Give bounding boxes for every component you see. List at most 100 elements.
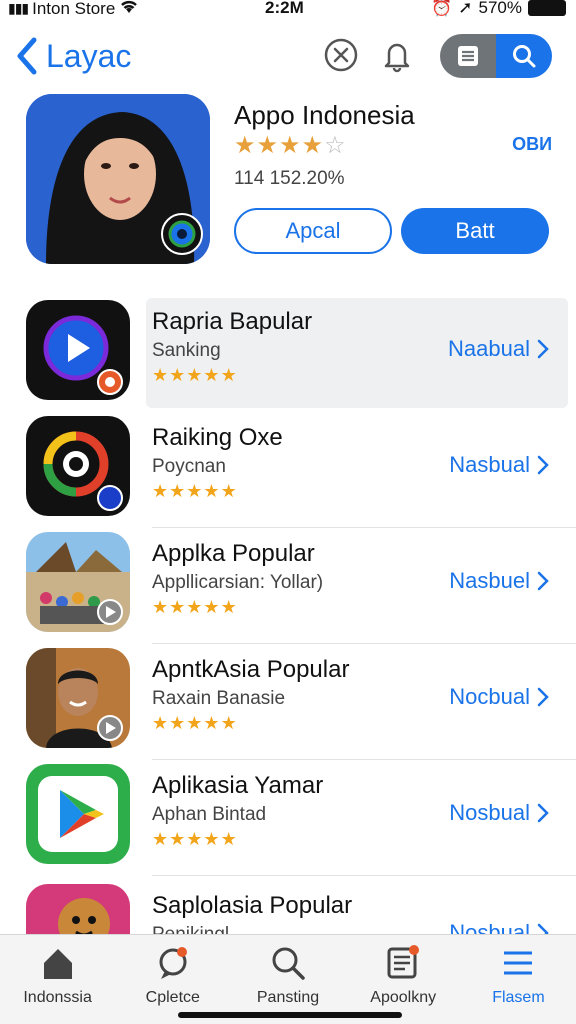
app-action-label: Nasbual xyxy=(449,452,530,477)
star-icon: ★ xyxy=(186,713,203,733)
search-button[interactable] xyxy=(496,34,552,78)
home-icon xyxy=(43,949,72,979)
star-icon: ★ xyxy=(203,829,220,849)
star-icon: ★ xyxy=(203,713,220,733)
batt-button[interactable]: Batt xyxy=(401,208,549,254)
star-icon: ★ xyxy=(279,132,301,159)
featured-rating: ★ ★ ★ ★ ☆ xyxy=(234,134,346,158)
app-action-label: Naabual xyxy=(448,336,530,361)
close-circle-button[interactable] xyxy=(322,36,360,74)
close-circle-icon xyxy=(324,38,358,72)
search-icon xyxy=(272,947,305,980)
tab-bar: Indonssia Cpletce Pansting Apoolkny Flas… xyxy=(0,934,576,1024)
star-icon: ★ xyxy=(203,365,220,385)
star-icon: ★ xyxy=(152,829,169,849)
tab-label: Pansting xyxy=(256,989,320,1006)
status-left: ▮▮▮ Inton Store xyxy=(8,0,139,19)
chevron-right-icon xyxy=(537,571,549,591)
star-icon: ★ xyxy=(186,365,203,385)
tab-cpletce[interactable]: Cpletce xyxy=(115,935,230,1024)
battery-percent: 570% xyxy=(478,0,522,17)
featured-app-image xyxy=(26,94,210,264)
tab-label: Indonssia xyxy=(23,989,92,1006)
star-icon: ★ xyxy=(301,132,324,159)
play-icon xyxy=(26,300,130,400)
tab-label: Flasem xyxy=(492,989,545,1006)
star-icon: ★ xyxy=(152,481,169,501)
man-photo-icon xyxy=(26,648,130,748)
star-icon: ★ xyxy=(152,713,169,733)
app-title: Raiking Oxe xyxy=(152,424,283,451)
app-subtitle: Appllicarsian: Yollar) xyxy=(152,572,324,593)
app-action-label: Nosbual xyxy=(449,800,530,825)
status-right: ⏰ ➚ 570% xyxy=(431,0,566,18)
star-icon: ★ xyxy=(220,365,237,385)
star-icon: ★ xyxy=(186,597,203,617)
app-rating: ★ ★ ★ ★ ★ xyxy=(152,714,237,732)
app-rating: ★ ★ ★ ★ ★ xyxy=(152,366,237,384)
app-title: ApntkAsia Popular xyxy=(152,656,350,683)
clock: 2:2M xyxy=(265,0,304,17)
featured-badge: OBИ xyxy=(512,134,552,154)
chevron-right-icon xyxy=(537,339,549,359)
star-icon: ★ xyxy=(152,597,169,617)
chat-icon xyxy=(159,947,187,979)
star-icon: ★ xyxy=(256,132,279,159)
menu-icon xyxy=(504,951,533,975)
tab-label: Apoolkny xyxy=(370,989,437,1006)
back-button[interactable]: Layac xyxy=(14,36,131,76)
play-store-icon xyxy=(26,764,130,864)
star-icon: ★ xyxy=(169,597,186,617)
list-item[interactable]: Raiking Oxe Poycnan ★ ★ ★ ★ ★ Nasbual xyxy=(0,412,576,528)
back-label: Layac xyxy=(46,37,132,74)
tab-flasem[interactable]: Flasem xyxy=(461,935,576,1024)
status-bar: ▮▮▮ Inton Store 2:2M ⏰ ➚ 570% xyxy=(0,0,576,20)
star-icon: ★ xyxy=(203,481,220,501)
notification-button[interactable] xyxy=(378,36,416,74)
app-action[interactable]: Nasbual xyxy=(449,452,550,478)
app-rating: ★ ★ ★ ★ ★ xyxy=(152,482,237,500)
home-indicator[interactable] xyxy=(178,1012,402,1018)
star-icon: ★ xyxy=(186,481,203,501)
list-icon xyxy=(458,46,478,66)
app-title: Rapria Bapular xyxy=(152,308,313,335)
list-item[interactable]: ApntkAsia Popular Raxain Banasie ★ ★ ★ ★ ★ N… xyxy=(0,644,576,760)
tab-apoolkny[interactable]: Apoolkny xyxy=(346,935,461,1024)
app-action-label: Nocbual xyxy=(449,684,530,709)
app-rating: ★ ★ ★ ★ ★ xyxy=(152,830,237,848)
woman-portrait-icon xyxy=(26,94,210,264)
app-action[interactable]: Nocbual xyxy=(449,684,550,710)
alarm-icon: ⏰ xyxy=(431,0,453,17)
featured-app[interactable]: Appo Indonesia ★ ★ ★ ★ ☆ OBИ 114 152.20% Apc… xyxy=(26,94,556,264)
app-subtitle: Poycnan xyxy=(152,456,226,477)
app-title: Saplolasia Popular xyxy=(152,892,353,919)
list-view-button[interactable] xyxy=(440,34,496,78)
list-item[interactable]: Applka Popular Appllicarsian: Yollar) ★ ★… xyxy=(0,528,576,644)
star-icon: ★ xyxy=(203,597,220,617)
list-icon xyxy=(387,945,420,979)
list-item[interactable]: Rapria Bapular Sanking ★ ★ ★ ★ ★ Naabual xyxy=(0,296,576,412)
app-action[interactable]: Nosbual xyxy=(449,800,550,826)
star-icon: ★ xyxy=(220,597,237,617)
chevron-right-icon xyxy=(537,687,549,707)
star-icon: ★ xyxy=(169,829,186,849)
wifi-icon xyxy=(119,0,139,19)
app-action[interactable]: Nasbuel xyxy=(449,568,550,594)
tab-indonssia[interactable]: Indonssia xyxy=(0,935,115,1024)
star-icon: ★ xyxy=(169,365,186,385)
featured-title: Appo Indonesia xyxy=(234,100,415,130)
app-subtitle: Sanking xyxy=(152,340,221,361)
list-item[interactable]: Aplikasia Yamar Aphan Bintad ★ ★ ★ ★ ★ Nosbu… xyxy=(0,760,576,876)
battery-icon xyxy=(528,0,566,16)
app-action[interactable]: Naabual xyxy=(448,336,550,362)
apcal-button[interactable]: Apcal xyxy=(234,208,392,254)
chevron-left-icon xyxy=(17,37,37,75)
app-title: Aplikasia Yamar xyxy=(152,772,324,799)
ring-camera-icon xyxy=(26,416,130,516)
chevron-right-icon xyxy=(537,803,549,823)
star-icon: ★ xyxy=(220,481,237,501)
tab-pansting[interactable]: Pansting xyxy=(230,935,345,1024)
app-subtitle: Raxain Banasie xyxy=(152,688,286,709)
nav-bar: Layac xyxy=(0,28,576,84)
search-icon xyxy=(513,45,536,68)
